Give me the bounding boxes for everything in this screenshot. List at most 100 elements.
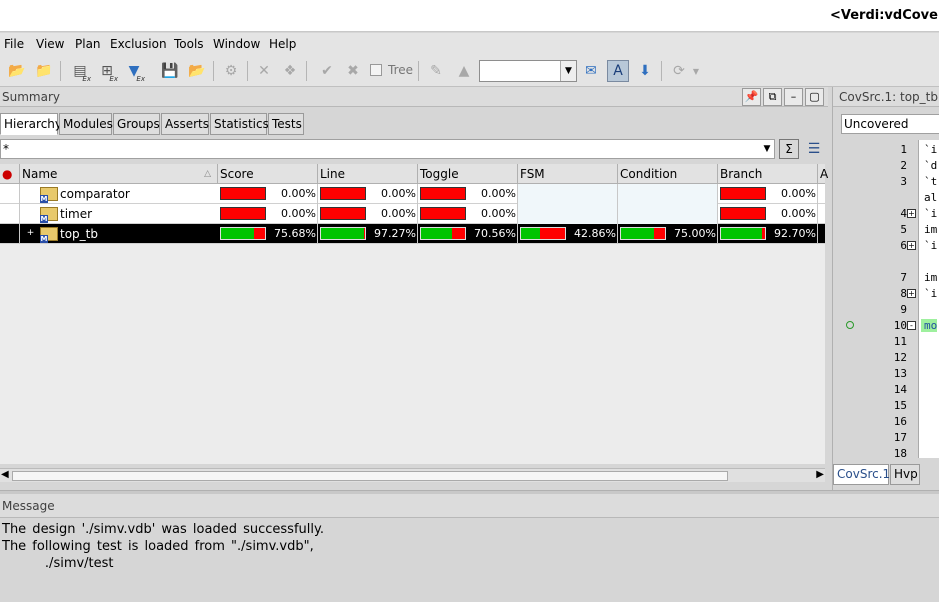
branch-percent: 0.00% — [781, 187, 816, 200]
name-cell[interactable]: Mtimer — [20, 204, 218, 224]
undock-icon[interactable]: ⧉ — [763, 88, 782, 106]
remove-ex-icon[interactable]: ▤ Ex — [69, 60, 91, 83]
name-cell[interactable]: Mcomparator — [20, 184, 218, 204]
chevron-down-icon[interactable]: ▼ — [760, 140, 774, 158]
tab-hvp[interactable]: Hvp — [890, 464, 920, 485]
toggle-percent: 70.56% — [474, 227, 516, 240]
chevron-down-icon[interactable]: ▼ — [560, 61, 576, 81]
tab-hierarchy[interactable]: Hierarchy — [0, 113, 62, 135]
column-header-fsm[interactable]: FSM — [518, 164, 618, 184]
column-header-condition[interactable]: Condition — [618, 164, 718, 184]
scroll-left-icon[interactable]: ◀ — [1, 469, 9, 480]
expand-icon[interactable]: + — [907, 289, 916, 298]
message-line: The following test is loaded from "./sim… — [2, 539, 314, 554]
load-ex-icon[interactable]: 📂 — [186, 60, 208, 82]
list-icon[interactable]: ☰ — [804, 139, 824, 159]
add-ex-icon[interactable]: ⊞ Ex — [96, 60, 118, 83]
fsm-cell — [518, 184, 618, 204]
toolbar-separator — [247, 61, 248, 81]
highlight-icon[interactable]: A — [607, 60, 629, 82]
toolbar-separator — [418, 61, 419, 81]
code-text: `d — [924, 159, 938, 172]
source-code-view[interactable]: 1 `i 2 `d 3 `t al 4 + `i 5 im 6 + `i 7 im 8 + `i 9 10- mo 11 12 1… — [833, 140, 939, 458]
tab-modules[interactable]: Modules — [59, 113, 113, 135]
sigma-icon[interactable]: Σ — [779, 139, 799, 159]
expand-icon[interactable]: + — [907, 241, 916, 250]
tab-tests[interactable]: Tests — [268, 113, 304, 135]
score-cell: 75.68% — [218, 224, 318, 244]
table-row[interactable]: Mcomparator 0.00% 0.00% 0.00% 0.00% — [0, 184, 825, 204]
coverage-fill — [321, 228, 364, 239]
chat-icon[interactable]: ✉ — [580, 60, 602, 82]
code-text: `i — [924, 239, 938, 252]
tab-statistics[interactable]: Statistics — [210, 113, 269, 135]
check-icon[interactable]: ✔ — [316, 60, 338, 82]
window-title: <Verdi:vdCovera — [830, 8, 939, 23]
expand-icon[interactable]: + — [907, 209, 916, 218]
name-cell[interactable]: + Mtop_tb — [20, 224, 218, 244]
score-coverage-bar — [220, 227, 266, 240]
menu-file[interactable]: File — [4, 37, 24, 51]
coverage-marker-icon[interactable] — [846, 321, 854, 329]
chevron-down-icon[interactable]: ▼ — [690, 60, 702, 82]
maximize-icon[interactable]: ▢ — [805, 88, 824, 106]
menu-exclusion[interactable]: Exclusion — [110, 37, 167, 51]
tab-covsrc1[interactable]: CovSrc.1 — [833, 464, 890, 485]
score-percent: 75.68% — [274, 227, 316, 240]
expand-icon[interactable]: + — [26, 229, 35, 238]
scroll-right-icon[interactable]: ▶ — [816, 469, 824, 480]
edit-icon[interactable]: ✎ — [425, 60, 447, 82]
table-row[interactable]: + Mtop_tb 75.68% 97.27% 70.56% 42.86% 75.00% 92… — [0, 224, 825, 244]
covsrc-panel-header: CovSrc.1: top_tb — [833, 87, 939, 107]
tree-checkbox[interactable] — [370, 64, 382, 76]
open-icon[interactable]: 📁 — [33, 60, 55, 82]
horizontal-scrollbar[interactable]: ◀ ▶ — [0, 468, 825, 482]
menu-plan[interactable]: Plan — [75, 37, 101, 51]
line-number: 17 — [893, 431, 907, 444]
column-header-branch[interactable]: Branch — [718, 164, 818, 184]
column-header-line[interactable]: Line — [318, 164, 418, 184]
cancel-icon[interactable]: ✖ — [342, 60, 364, 82]
refresh-icon[interactable]: ⟳ — [668, 60, 690, 82]
score-percent: 0.00% — [281, 207, 316, 220]
fsm-cell — [518, 204, 618, 224]
menu-window[interactable]: Window — [213, 37, 260, 51]
table-row[interactable]: Mtimer 0.00% 0.00% 0.00% 0.00% — [0, 204, 825, 224]
collapse-icon[interactable]: - — [907, 321, 916, 330]
toolbar-combo[interactable]: ▼ — [479, 60, 577, 82]
covsrc-title: CovSrc.1: top_tb — [839, 90, 938, 104]
pin-icon[interactable]: 📌 — [742, 88, 761, 106]
apply-icon[interactable]: ⬇ — [634, 60, 656, 82]
column-header-toggle[interactable]: Toggle — [418, 164, 518, 184]
line-cell: 0.00% — [318, 204, 418, 224]
column-header-name[interactable]: Name △ — [20, 164, 218, 184]
fsm-cell: 42.86% — [518, 224, 618, 244]
cut-icon[interactable]: ✕ — [253, 60, 275, 82]
summary-title: Summary — [2, 90, 60, 104]
column-header-more[interactable]: A — [818, 164, 828, 184]
eraser-icon[interactable]: ▲ — [453, 60, 475, 82]
open-folder-icon[interactable]: 📂 — [6, 60, 28, 82]
status-dot-icon: ● — [0, 164, 20, 184]
filter-ex-icon[interactable]: ▼ Ex — [123, 60, 145, 83]
column-header-score[interactable]: Score — [218, 164, 318, 184]
coverage-fill — [221, 228, 255, 239]
window-titlebar: <Verdi:vdCovera — [0, 0, 939, 32]
condition-coverage-bar — [620, 227, 666, 240]
condition-cell: 75.00% — [618, 224, 718, 244]
save-ex-icon[interactable]: 💾 — [159, 60, 181, 82]
line-number: 14 — [893, 383, 907, 396]
recalc-icon[interactable]: ⚙ — [220, 60, 242, 82]
covsrc-filter-select[interactable]: Uncovered — [841, 114, 939, 134]
module-badge-icon: M — [40, 195, 48, 203]
menu-tools[interactable]: Tools — [174, 37, 204, 51]
toggle-coverage-bar — [420, 227, 466, 240]
tab-groups[interactable]: Groups — [113, 113, 160, 135]
tab-asserts[interactable]: Asserts — [161, 113, 209, 135]
merge-icon[interactable]: ❖ — [279, 60, 301, 82]
minimize-icon[interactable]: – — [784, 88, 803, 106]
scrollbar-thumb[interactable] — [12, 471, 728, 481]
hierarchy-filter-input[interactable]: * ▼ — [0, 139, 775, 159]
menu-help[interactable]: Help — [269, 37, 296, 51]
menu-view[interactable]: View — [36, 37, 64, 51]
